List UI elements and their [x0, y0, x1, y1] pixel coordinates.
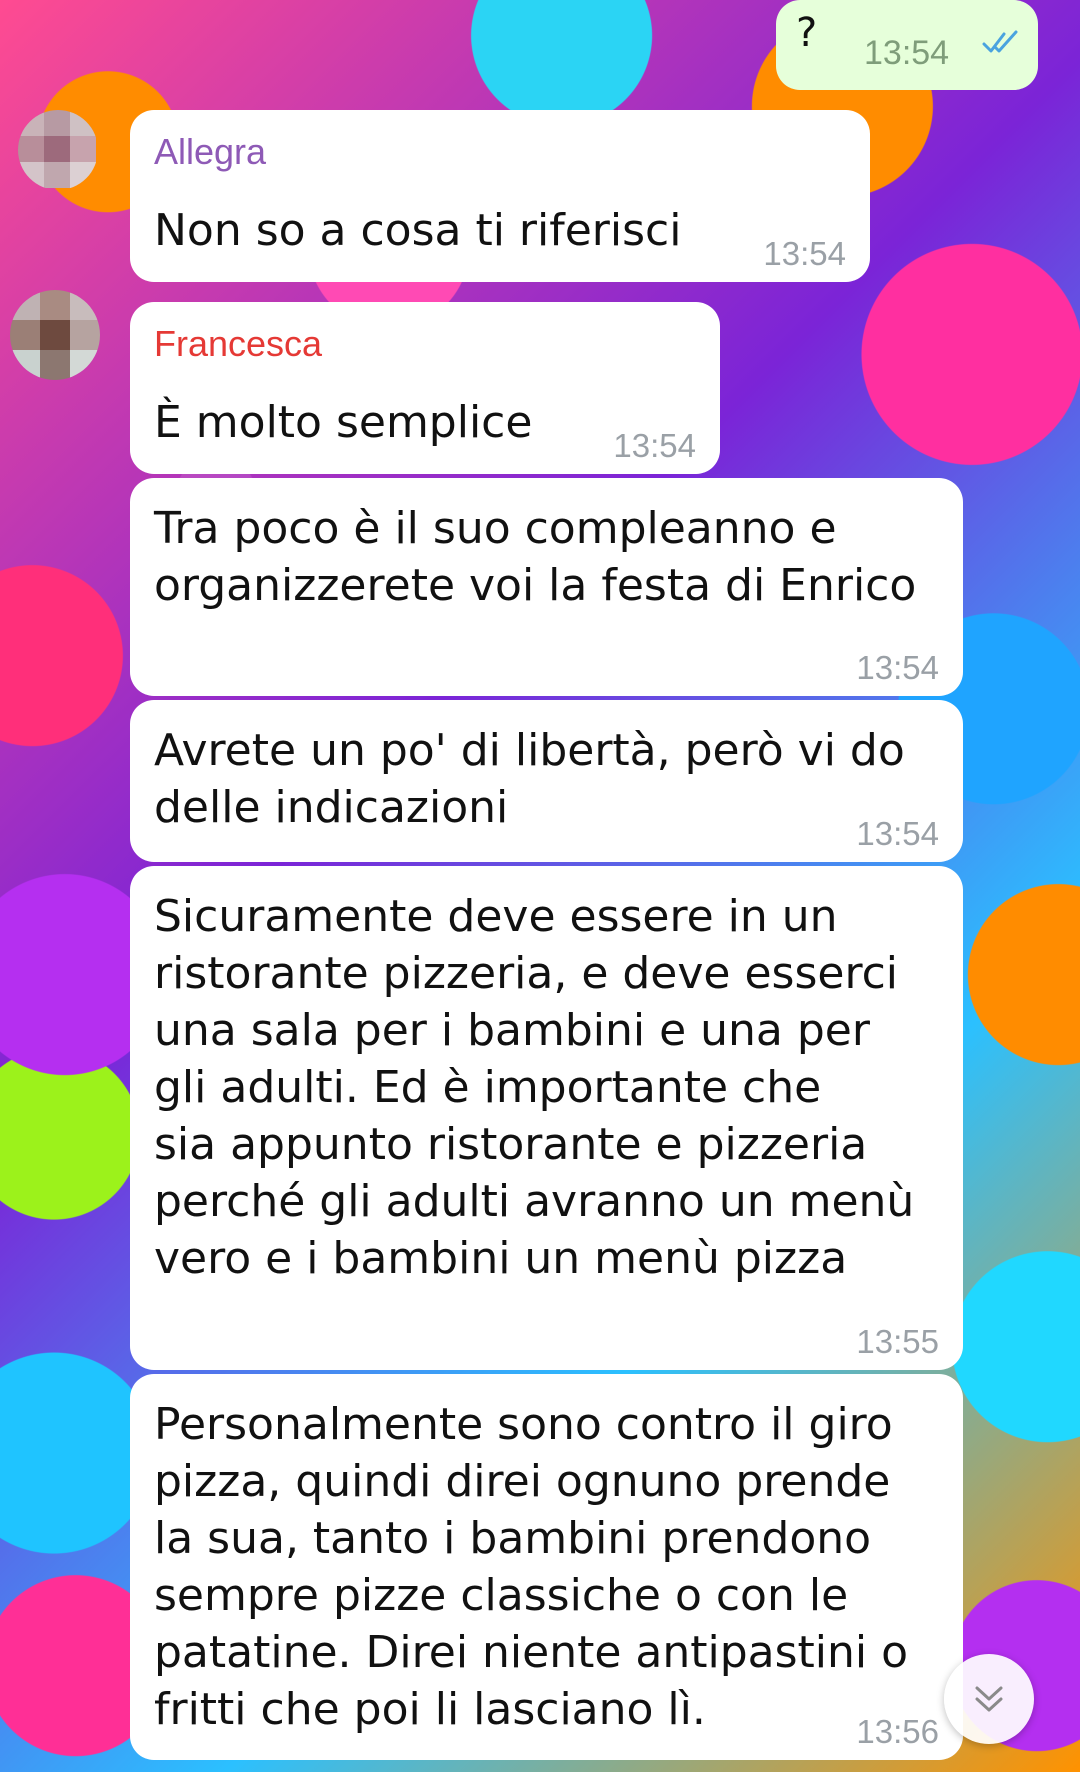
- message-text: Non so a cosa ti riferisci: [154, 205, 682, 256]
- message-text: Tra poco è il suo compleanno e organizze…: [154, 503, 917, 611]
- message-text: ?: [796, 10, 818, 56]
- message-time: 13:54: [864, 34, 950, 72]
- incoming-message-bubble[interactable]: Francesca È molto semplice 13:54: [130, 302, 720, 474]
- incoming-message-bubble[interactable]: Tra poco è il suo compleanno e organizze…: [130, 478, 963, 696]
- message-text: Personalmente sono contro il giro pizza,…: [154, 1399, 909, 1735]
- message-time: 13:56: [856, 1713, 939, 1750]
- outgoing-message-bubble[interactable]: ? 13:54: [776, 0, 1038, 90]
- chevrons-down-icon: [975, 1686, 1003, 1712]
- scroll-to-bottom-button[interactable]: [944, 1654, 1034, 1744]
- avatar-francesca[interactable]: [10, 290, 100, 380]
- sender-name[interactable]: Allegra: [154, 130, 266, 173]
- message-time: 13:54: [763, 235, 846, 272]
- message-time: 13:54: [613, 427, 696, 464]
- incoming-message-bubble[interactable]: Personalmente sono contro il giro pizza,…: [130, 1374, 963, 1760]
- double-check-icon: [982, 30, 1018, 53]
- avatar-allegra[interactable]: [18, 110, 98, 190]
- message-time: 13:55: [856, 1323, 939, 1360]
- incoming-message-bubble[interactable]: Avrete un po' di libertà, però vi do del…: [130, 700, 963, 862]
- sender-name[interactable]: Francesca: [154, 322, 322, 365]
- message-time: 13:54: [856, 649, 939, 686]
- message-text: Avrete un po' di libertà, però vi do del…: [154, 725, 905, 833]
- message-time: 13:54: [856, 815, 939, 852]
- incoming-message-bubble[interactable]: Allegra Non so a cosa ti riferisci 13:54: [130, 110, 870, 282]
- incoming-message-bubble[interactable]: Sicuramente deve essere in un ristorante…: [130, 866, 963, 1370]
- message-text: Sicuramente deve essere in un ristorante…: [154, 891, 915, 1284]
